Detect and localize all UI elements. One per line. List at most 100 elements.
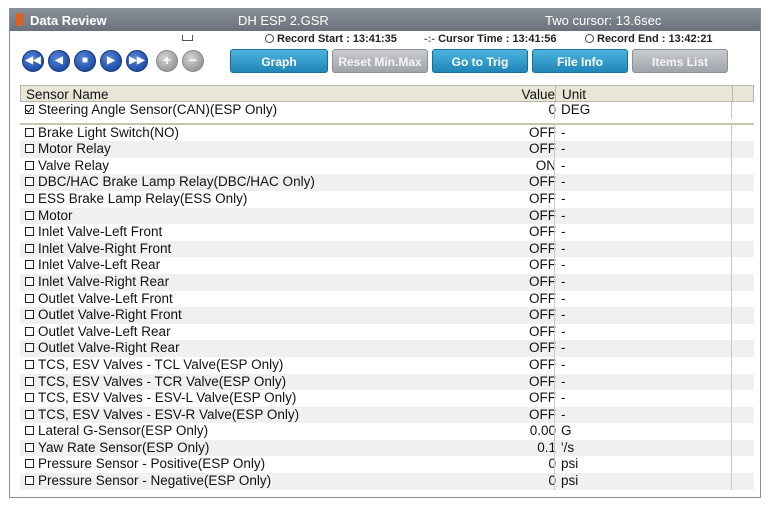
file-info-button[interactable]: File Info <box>532 49 628 73</box>
checkbox-icon[interactable] <box>25 144 34 154</box>
sensor-name: TCS, ESV Valves - TCR Valve(ESP Only) <box>38 373 287 389</box>
fast-forward-icon[interactable]: ▶▶ <box>126 50 148 72</box>
sensor-value: OFF <box>529 141 556 157</box>
sensor-value: OFF <box>529 323 556 339</box>
table-row[interactable]: TCS, ESV Valves - TCL Valve(ESP Only) OFF… <box>20 356 754 374</box>
play-icon[interactable]: ▶ <box>100 50 122 72</box>
checkbox-icon[interactable] <box>25 409 34 419</box>
header-sensor-name[interactable]: Sensor Name <box>26 87 109 102</box>
table-row[interactable]: Pressure Sensor - Negative(ESP Only) 0 psi <box>20 473 754 490</box>
checkbox-icon[interactable] <box>25 442 34 452</box>
toolbar: Record Start : 13:41:35 -:- Cursor Time … <box>10 31 760 77</box>
table-row[interactable]: Yaw Rate Sensor(ESP Only) 0.1 '/s <box>20 439 754 457</box>
data-review-window: Data Review DH ESP 2.GSR Two cursor: 13.… <box>9 8 761 498</box>
sensor-unit: DEG <box>561 102 591 117</box>
checkbox-icon[interactable] <box>25 227 34 237</box>
sensor-value: OFF <box>529 124 556 140</box>
sensor-name: Outlet Valve-Left Rear <box>38 323 171 339</box>
table-row[interactable]: Outlet Valve-Left Front OFF - <box>20 290 754 308</box>
table-row[interactable]: Inlet Valve-Right Front OFF - <box>20 240 754 258</box>
sensor-value: OFF <box>529 273 556 289</box>
title-bar: Data Review DH ESP 2.GSR Two cursor: 13.… <box>10 9 760 31</box>
table-row[interactable]: Motor Relay OFF - <box>20 141 754 158</box>
sensor-unit: - <box>561 340 566 356</box>
sensor-name: Motor Relay <box>38 141 111 157</box>
prev-icon[interactable]: ◀ <box>48 50 70 72</box>
table-row[interactable]: Outlet Valve-Left Rear OFF - <box>20 323 754 341</box>
sensor-value: 0.00 <box>529 423 556 439</box>
table-row[interactable]: ESS Brake Lamp Relay(ESS Only) OFF - <box>20 190 754 208</box>
remove-icon[interactable]: − <box>182 50 204 72</box>
checkbox-icon[interactable] <box>25 326 34 336</box>
sensor-unit: - <box>561 157 566 173</box>
checkbox-icon[interactable] <box>25 426 34 436</box>
checkbox-icon[interactable] <box>25 343 34 353</box>
sensor-value: OFF <box>529 307 556 323</box>
checkbox-icon[interactable] <box>25 376 34 386</box>
table-row[interactable]: Inlet Valve-Left Front OFF - <box>20 224 754 241</box>
sensor-name: Pressure Sensor - Positive(ESP Only) <box>38 456 266 472</box>
sensor-unit: - <box>561 373 566 389</box>
sensor-value: OFF <box>529 257 556 273</box>
sensor-unit: - <box>561 390 566 406</box>
stop-icon[interactable]: ■ <box>74 50 96 72</box>
table-row[interactable]: Valve Relay ON - <box>20 157 754 175</box>
sensor-unit: - <box>561 406 566 422</box>
sensor-name: Brake Light Switch(NO) <box>38 124 180 140</box>
sensor-unit: - <box>561 174 566 190</box>
checkbox-icon[interactable] <box>25 276 34 286</box>
sensor-rows: Brake Light Switch(NO) OFF - Motor Relay OFF… <box>20 124 754 490</box>
crosshair-icon: -:- <box>424 33 435 45</box>
checkbox-icon[interactable] <box>25 393 34 403</box>
rewind-icon[interactable]: ◀◀ <box>22 50 44 72</box>
table-row[interactable]: Outlet Valve-Right Front OFF - <box>20 307 754 324</box>
sensor-value: OFF <box>529 240 556 256</box>
checkbox-icon[interactable] <box>25 210 34 220</box>
sensor-name: TCS, ESV Valves - ESV-R Valve(ESP Only) <box>38 406 300 422</box>
table-row[interactable]: Pressure Sensor - Positive(ESP Only) 0 psi <box>20 456 754 474</box>
checkbox-icon[interactable] <box>25 127 34 137</box>
table-row[interactable]: Inlet Valve-Left Rear OFF - <box>20 257 754 274</box>
sensor-name: Inlet Valve-Right Front <box>38 240 172 256</box>
sensor-unit: - <box>561 356 566 372</box>
table-row[interactable]: Lateral G-Sensor(ESP Only) 0.00 G <box>20 423 754 440</box>
go-to-trig-button[interactable]: Go to Trig <box>432 49 528 73</box>
add-icon[interactable]: + <box>156 50 178 72</box>
sensor-name: Inlet Valve-Left Rear <box>38 257 161 273</box>
sensor-unit: - <box>561 257 566 273</box>
sensor-name: DBC/HAC Brake Lamp Relay(DBC/HAC Only) <box>38 174 315 190</box>
checkbox-icon[interactable] <box>25 160 34 170</box>
table-row[interactable]: Steering Angle Sensor(CAN)(ESP Only) 0 DEG <box>20 102 754 119</box>
reset-min-max-button[interactable]: Reset Min.Max <box>332 49 428 73</box>
checkbox-icon[interactable] <box>25 243 34 253</box>
checkbox-icon[interactable] <box>25 459 34 469</box>
sensor-unit: - <box>561 224 566 240</box>
checkbox-icon[interactable] <box>25 193 34 203</box>
sensor-unit: psi <box>561 473 579 489</box>
table-row[interactable]: Outlet Valve-Right Rear OFF - <box>20 340 754 357</box>
header-unit[interactable]: Unit <box>562 87 586 102</box>
header-value[interactable]: Value <box>521 87 555 102</box>
table-row[interactable]: TCS, ESV Valves - TCR Valve(ESP Only) OFF… <box>20 373 754 391</box>
checked-checkbox-icon[interactable] <box>25 105 34 114</box>
sensor-name: Outlet Valve-Right Front <box>38 307 182 323</box>
checkbox-icon[interactable] <box>25 293 34 303</box>
clock-icon <box>265 34 274 43</box>
table-row[interactable]: TCS, ESV Valves - ESV-L Valve(ESP Only) O… <box>20 390 754 407</box>
minimize-marker-icon[interactable] <box>182 35 193 41</box>
checkbox-icon[interactable] <box>25 177 34 187</box>
table-row[interactable]: Motor OFF - <box>20 207 754 225</box>
table-row[interactable]: Inlet Valve-Right Rear OFF - <box>20 273 754 291</box>
record-start: Record Start : 13:41:35 <box>265 33 397 45</box>
checkbox-icon[interactable] <box>25 310 34 320</box>
table-row[interactable]: DBC/HAC Brake Lamp Relay(DBC/HAC Only) OF… <box>20 174 754 191</box>
clock-icon <box>585 34 594 43</box>
checkbox-icon[interactable] <box>25 476 34 486</box>
checkbox-icon[interactable] <box>25 359 34 369</box>
sensor-value: ON <box>535 157 556 173</box>
table-row[interactable]: Brake Light Switch(NO) OFF - <box>20 124 754 142</box>
graph-button[interactable]: Graph <box>230 49 328 73</box>
checkbox-icon[interactable] <box>25 260 34 270</box>
items-list-button[interactable]: Items List <box>632 49 728 73</box>
table-row[interactable]: TCS, ESV Valves - ESV-R Valve(ESP Only) O… <box>20 406 754 424</box>
